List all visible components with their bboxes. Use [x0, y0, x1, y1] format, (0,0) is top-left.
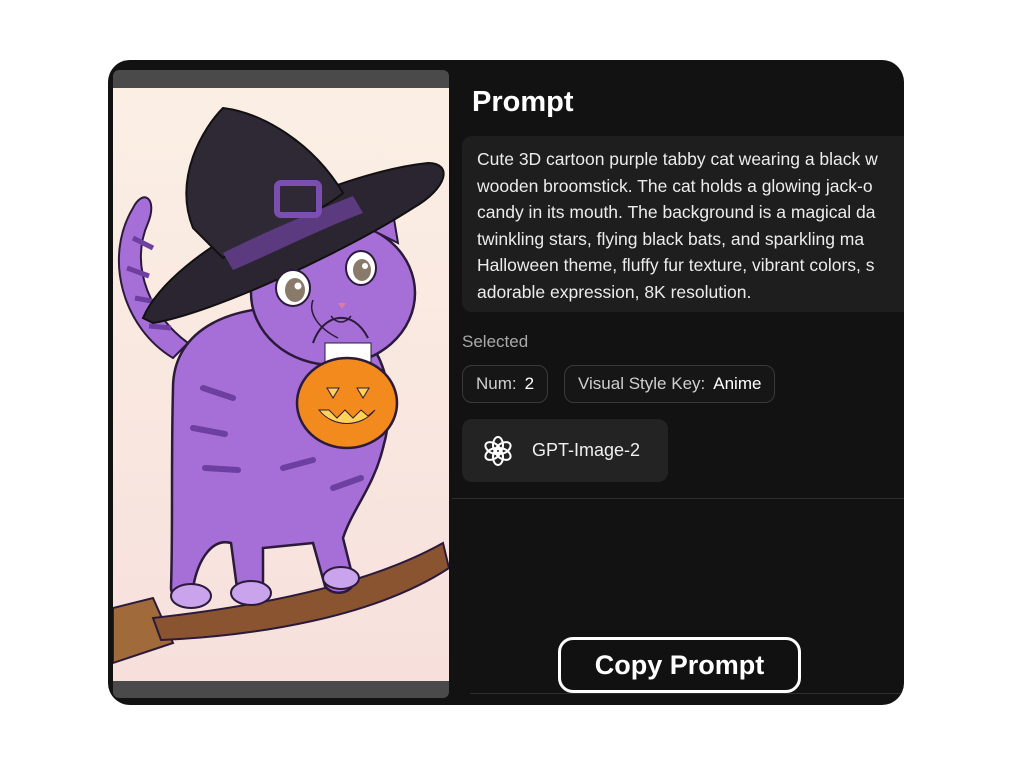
- visual-style-chip-key: Visual Style Key:: [578, 374, 706, 393]
- generated-image-panel: [113, 70, 449, 698]
- section-divider: [452, 498, 904, 499]
- num-chip-value: 2: [524, 374, 535, 393]
- copy-prompt-button[interactable]: Copy Prompt: [558, 637, 801, 693]
- model-badge: GPT-Image-2: [462, 419, 668, 482]
- model-name: GPT-Image-2: [532, 440, 641, 460]
- num-chip: Num: 2: [462, 365, 549, 403]
- selected-label: Selected: [462, 332, 529, 351]
- prompt-title: Prompt: [472, 86, 574, 118]
- prompt-card: Prompt Cute 3D cartoon purple tabby cat …: [108, 60, 904, 705]
- bottom-divider: [470, 693, 904, 694]
- openai-logo-icon: [484, 435, 512, 466]
- prompt-text-box[interactable]: Cute 3D cartoon purple tabby cat wearing…: [462, 136, 904, 312]
- cat-illustration[interactable]: [113, 88, 449, 681]
- visual-style-chip-value: Anime: [713, 374, 762, 393]
- prompt-text: Cute 3D cartoon purple tabby cat wearing…: [477, 149, 878, 302]
- prompt-details-panel: Prompt Cute 3D cartoon purple tabby cat …: [452, 60, 904, 705]
- visual-style-chip: Visual Style Key: Anime: [564, 365, 776, 403]
- num-chip-key: Num:: [476, 374, 517, 393]
